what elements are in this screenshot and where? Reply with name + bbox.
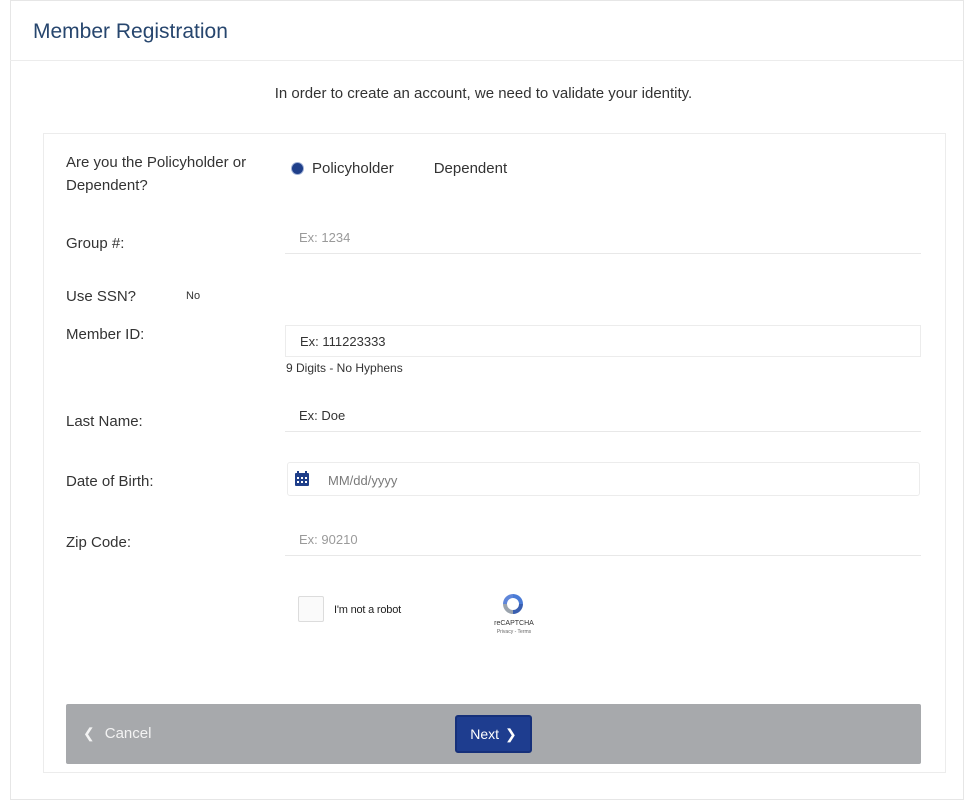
page-title: Member Registration xyxy=(33,20,228,43)
member-id-input[interactable] xyxy=(285,325,921,357)
member-id-label: Member ID: xyxy=(66,326,145,343)
last-name-label: Last Name: xyxy=(66,413,143,430)
role-radio-group: Policyholder Dependent xyxy=(292,160,507,177)
calendar-icon[interactable] xyxy=(295,471,309,486)
group-label: Group #: xyxy=(66,235,125,252)
recaptcha-logo-icon xyxy=(503,594,523,614)
next-button[interactable]: Next ❯ xyxy=(455,715,532,753)
ssn-toggle[interactable]: No xyxy=(186,290,200,302)
dob-label: Date of Birth: xyxy=(66,473,154,490)
captcha-label: I'm not a robot xyxy=(334,604,401,616)
captcha-links[interactable]: Privacy - Terms xyxy=(487,629,541,635)
group-input[interactable] xyxy=(285,222,921,254)
radio-policyholder[interactable]: Policyholder xyxy=(292,160,394,177)
intro-text: In order to create an account, we need t… xyxy=(274,85,693,102)
ssn-label: Use SSN? xyxy=(66,288,137,305)
captcha-brand: reCAPTCHA xyxy=(494,620,534,627)
last-name-input[interactable] xyxy=(285,400,921,432)
cancel-label: Cancel xyxy=(104,724,152,742)
next-label: Next xyxy=(470,726,500,742)
zip-input[interactable] xyxy=(285,524,921,556)
radio-selected-icon xyxy=(292,163,303,174)
cancel-button[interactable]: ❮ Cancel xyxy=(83,722,151,744)
radio-policyholder-label: Policyholder xyxy=(312,160,394,177)
role-question-label: Are you the Policyholder or Dependent? xyxy=(66,154,247,194)
chevron-right-icon: ❯ xyxy=(505,725,517,742)
member-id-hint: 9 Digits - No Hyphens xyxy=(286,361,403,375)
radio-dependent[interactable]: Dependent xyxy=(434,160,507,177)
dob-field xyxy=(287,462,925,497)
radio-dependent-label: Dependent xyxy=(433,160,508,177)
chevron-left-icon: ❮ xyxy=(83,724,95,741)
zip-label: Zip Code: xyxy=(66,534,132,551)
captcha-checkbox[interactable] xyxy=(298,596,324,622)
dob-input[interactable] xyxy=(318,463,925,497)
